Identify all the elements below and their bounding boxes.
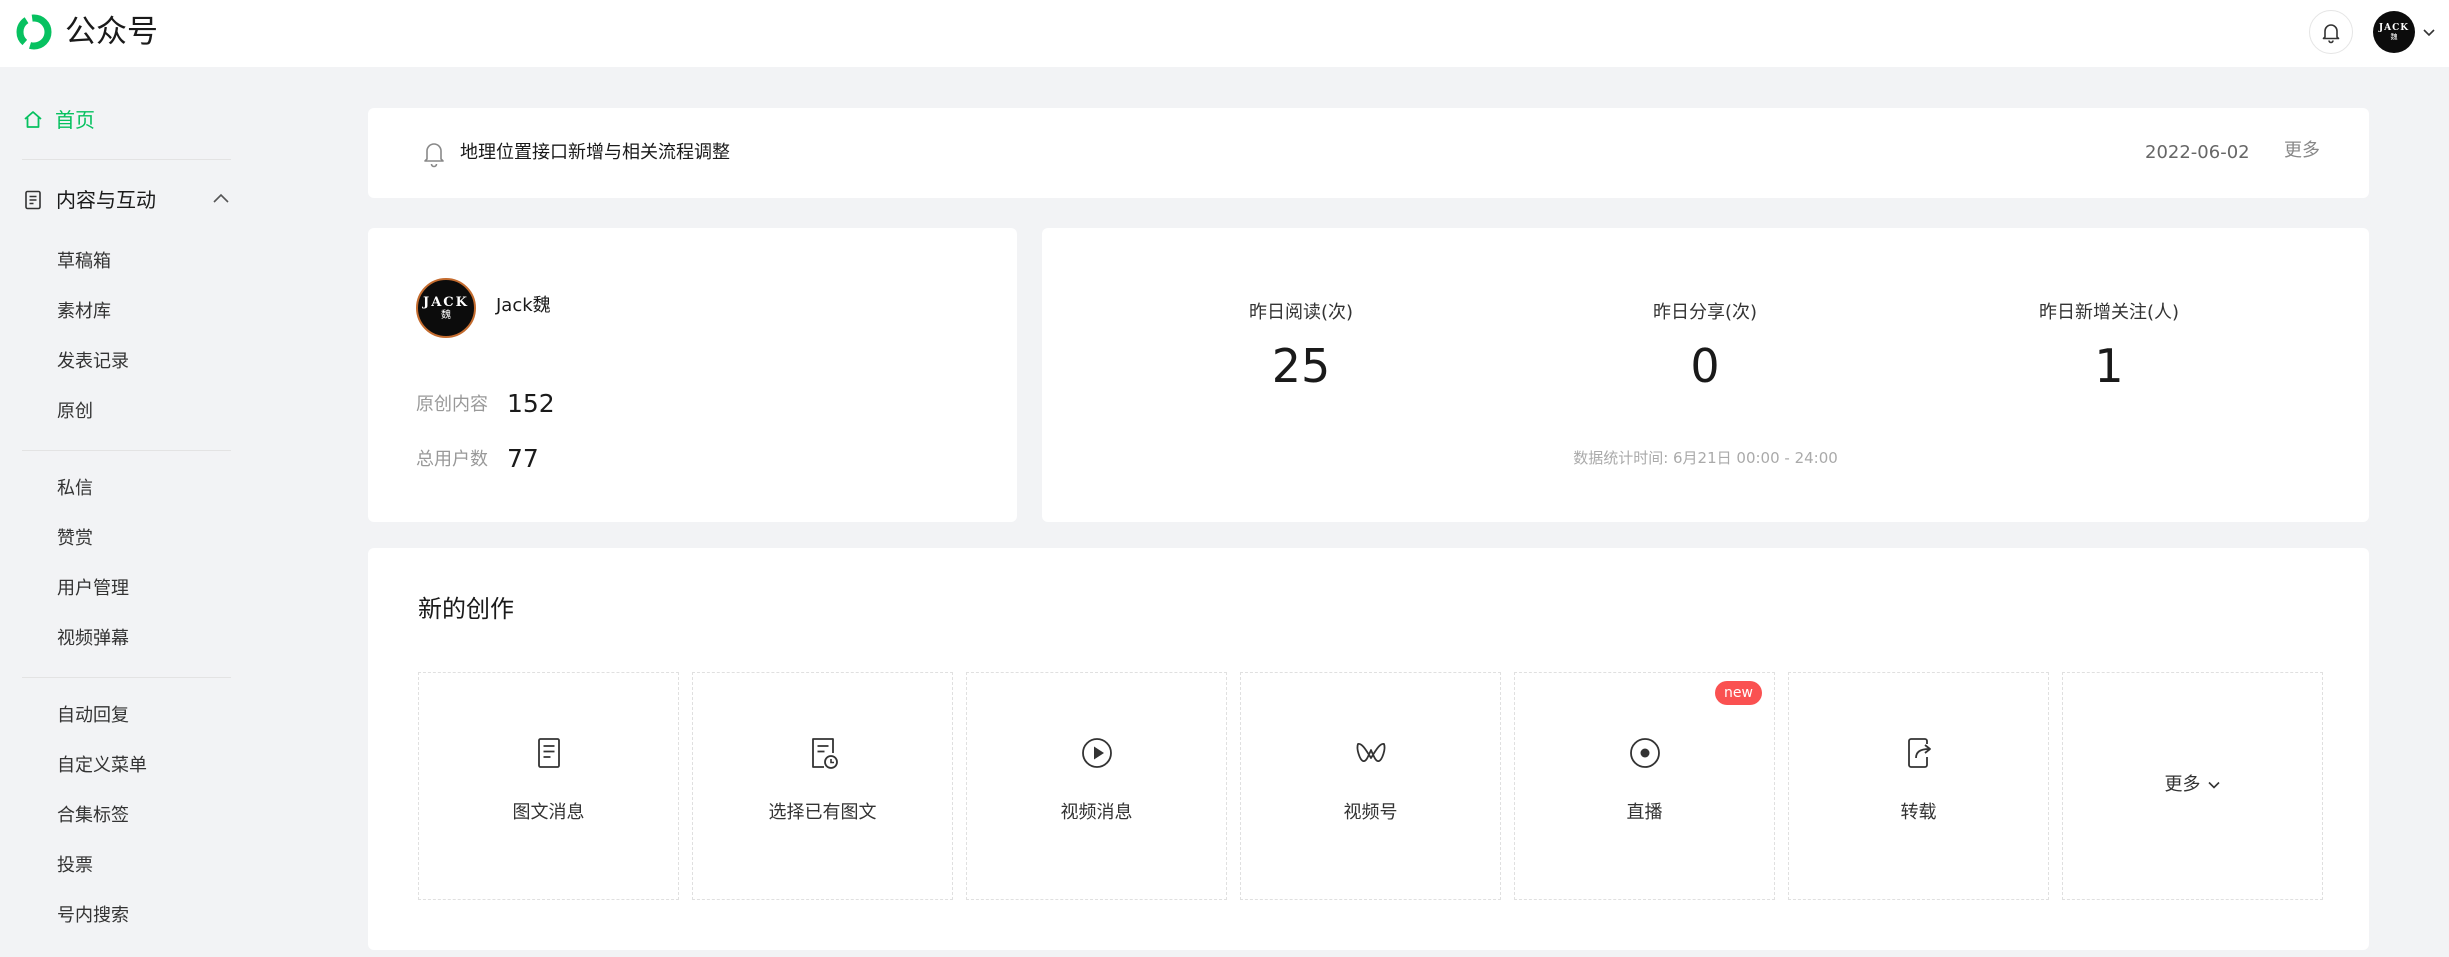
create-channels-tile[interactable]: 视频号 (1240, 672, 1501, 900)
sidebar-item-drafts[interactable]: 草稿箱 (57, 247, 111, 277)
stat-shares[interactable]: 昨日分享(次) 0 (1555, 298, 1855, 394)
sidebar-item-in-account-search[interactable]: 号内搜索 (57, 901, 129, 931)
new-badge: new (1715, 681, 1762, 705)
notice-text[interactable]: 地理位置接口新增与相关流程调整 (460, 138, 730, 168)
bell-icon (2322, 24, 2340, 44)
chevron-down-icon[interactable] (2421, 27, 2437, 39)
sidebar-item-home[interactable]: 首页 (22, 102, 95, 138)
more-label: 更多 (2164, 774, 2201, 795)
divider (22, 159, 231, 160)
avatar[interactable]: JACK 魏 (416, 278, 476, 338)
notification-button[interactable] (2309, 10, 2353, 54)
original-content-label: 原创内容 (416, 394, 488, 415)
section-title: 新的创作 (418, 595, 514, 623)
repost-icon (1908, 738, 1931, 768)
create-repost-tile[interactable]: 转载 (1788, 672, 2049, 900)
sidebar-item-original[interactable]: 原创 (57, 397, 93, 427)
app-title: 公众号 (65, 14, 158, 50)
divider (22, 450, 231, 451)
create-article-tile[interactable]: 图文消息 (418, 672, 679, 900)
sidebar-group-label: 内容与互动 (56, 188, 156, 212)
document-icon (25, 190, 41, 210)
stat-label: 昨日分享(次) (1652, 302, 1758, 323)
notice-more-link[interactable]: 更多 (2284, 136, 2320, 166)
total-users-label: 总用户数 (416, 449, 488, 470)
channels-icon (1356, 743, 1386, 762)
account-name: Jack魏 (496, 295, 551, 316)
sidebar-item-rewards[interactable]: 赞赏 (57, 524, 93, 554)
live-icon (1630, 738, 1660, 768)
sidebar-group-content[interactable]: 内容与互动 (22, 182, 231, 218)
create-live-tile[interactable]: new 直播 (1514, 672, 1775, 900)
play-icon (1082, 738, 1112, 768)
notice-bar: 地理位置接口新增与相关流程调整 2022-06-02 更多 (368, 108, 2369, 198)
stat-value: 25 (1271, 339, 1331, 393)
more-creation-tile[interactable]: 更多 (2062, 672, 2323, 900)
article-icon (538, 738, 560, 768)
sidebar-item-materials[interactable]: 素材库 (57, 297, 111, 327)
total-users-value[interactable]: 77 (507, 443, 539, 475)
create-video-message-tile[interactable]: 视频消息 (966, 672, 1227, 900)
stat-label: 昨日阅读(次) (1248, 302, 1354, 323)
sidebar-item-label: 首页 (55, 108, 95, 132)
account-card: JACK 魏 Jack魏 原创内容 152 总用户数 77 (368, 228, 1017, 522)
sidebar-item-messages[interactable]: 私信 (57, 474, 93, 504)
notice-date: 2022-06-02 (2145, 142, 2250, 163)
sidebar-item-collection-tags[interactable]: 合集标签 (57, 801, 129, 831)
sidebar-item-video-danmaku[interactable]: 视频弹幕 (57, 624, 129, 654)
stat-label: 昨日新增关注(人) (2038, 302, 2180, 323)
wechat-mp-logo-icon[interactable] (12, 10, 56, 54)
sidebar-item-user-management[interactable]: 用户管理 (57, 574, 129, 604)
sidebar-item-publish-records[interactable]: 发表记录 (57, 347, 129, 377)
top-bar: 公众号 JACK 魏 (0, 0, 2449, 67)
new-creation-card: 新的创作 图文消息 选择已有图文 视频消息 视频号 new 直播 转载 更多 (368, 548, 2369, 950)
stat-reads[interactable]: 昨日阅读(次) 25 (1151, 298, 1451, 394)
stat-value: 1 (2094, 339, 2124, 393)
chevron-down-icon (2207, 781, 2220, 789)
article-history-icon (812, 738, 838, 769)
original-content-value[interactable]: 152 (507, 388, 555, 420)
sidebar-item-auto-reply[interactable]: 自动回复 (57, 701, 129, 731)
chevron-up-icon (213, 193, 229, 203)
divider (22, 677, 231, 678)
stats-card: 昨日阅读(次) 25 昨日分享(次) 0 昨日新增关注(人) 1 数据统计时间:… (1042, 228, 2369, 522)
sidebar-item-voting[interactable]: 投票 (57, 851, 93, 881)
stat-new-followers[interactable]: 昨日新增关注(人) 1 (1959, 298, 2259, 394)
user-avatar[interactable]: JACK 魏 (2373, 11, 2415, 53)
home-icon (24, 111, 42, 128)
stat-value: 0 (1690, 339, 1720, 393)
select-existing-article-tile[interactable]: 选择已有图文 (692, 672, 953, 900)
stats-time-note: 数据统计时间: 6月21日 00:00 - 24:00 (1573, 449, 1838, 467)
bell-icon (424, 143, 444, 168)
sidebar-item-custom-menu[interactable]: 自定义菜单 (57, 751, 147, 781)
